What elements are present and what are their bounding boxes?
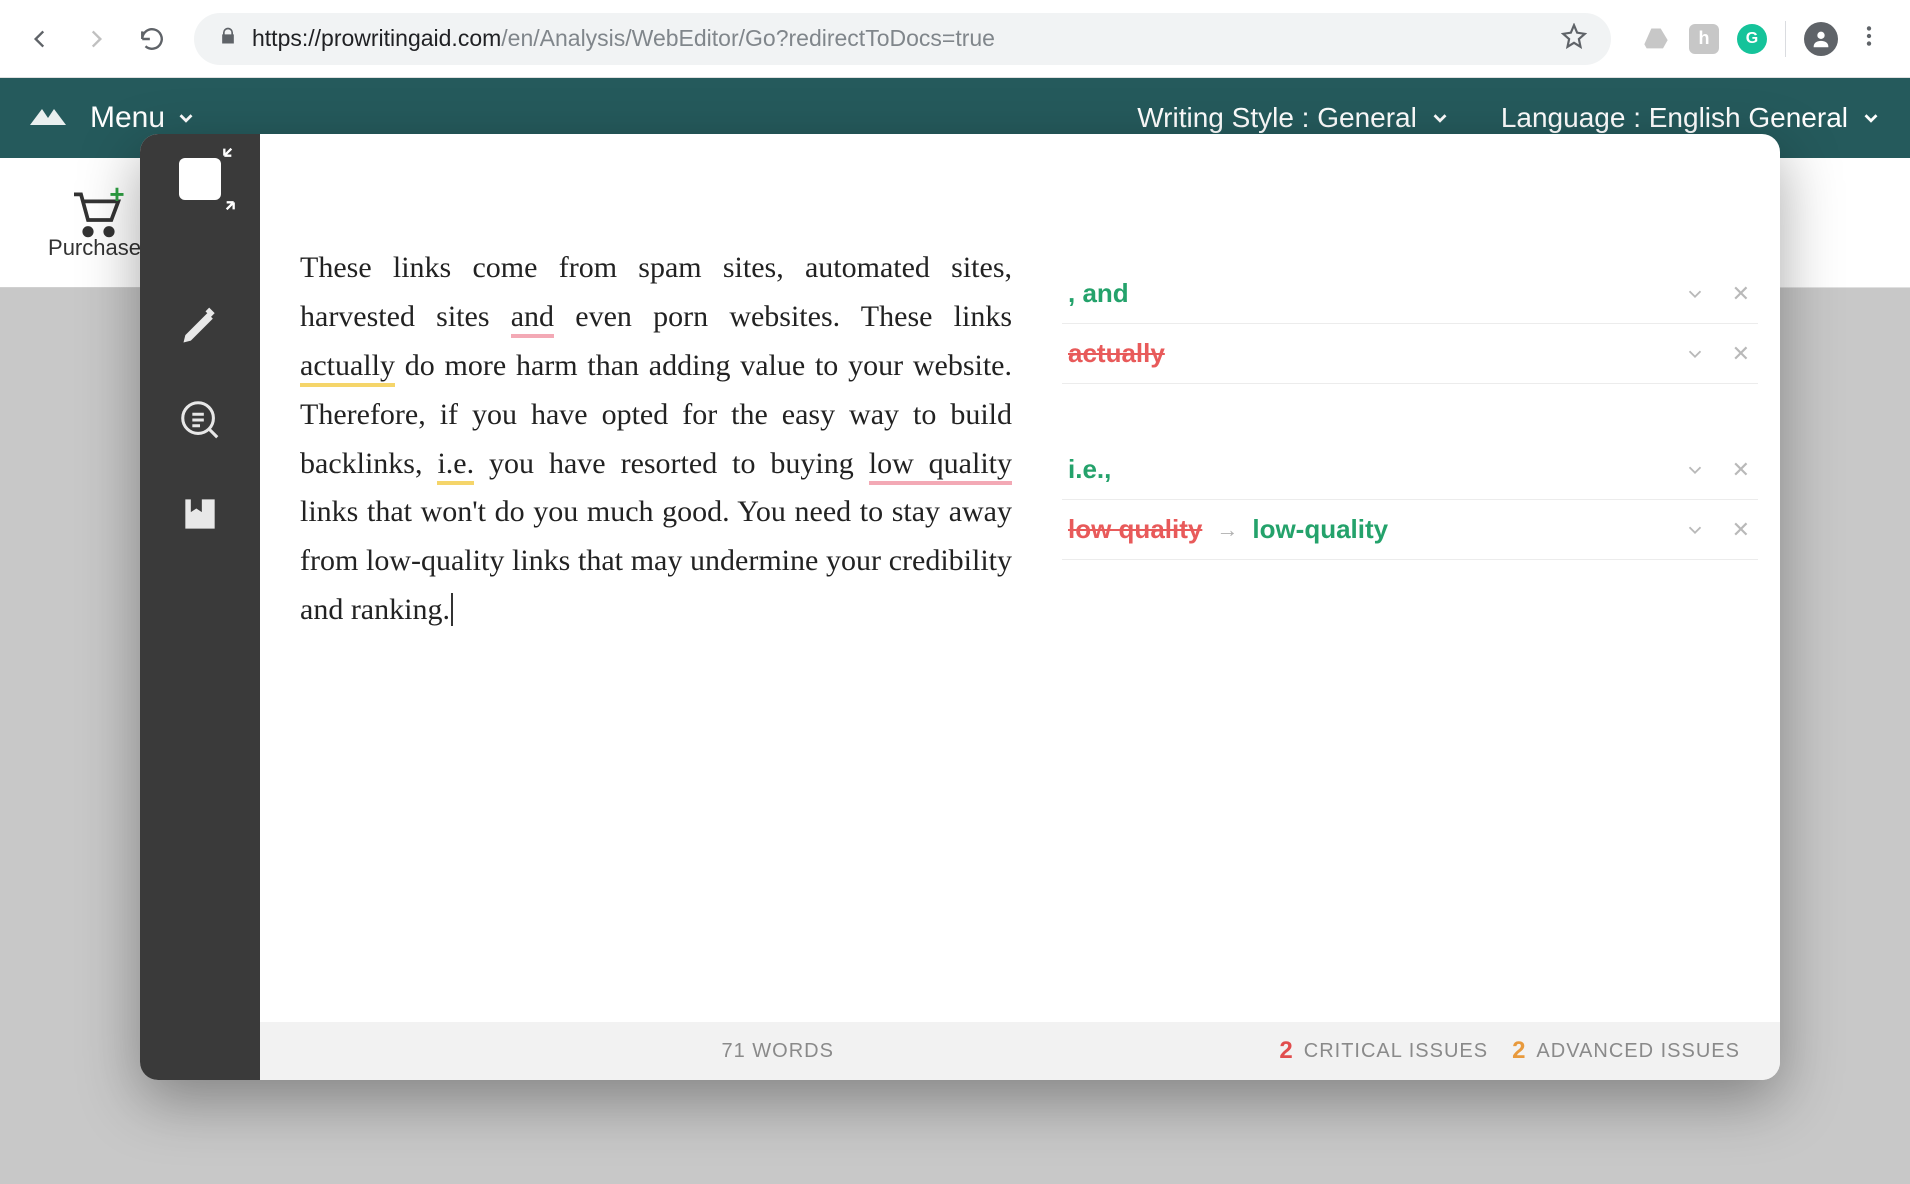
suggestion-text: actually: [1068, 338, 1165, 369]
drive-icon[interactable]: [1641, 24, 1671, 54]
arrow-icon: →: [1216, 517, 1238, 543]
editor-footer: 71 WORDS 2 CRITICAL ISSUES 2 ADVANCED IS…: [260, 1022, 1780, 1080]
critical-issues[interactable]: 2 CRITICAL ISSUES: [1279, 1037, 1488, 1065]
bookmark-star-icon[interactable]: [1561, 23, 1587, 54]
chevron-down-icon[interactable]: [1684, 459, 1706, 481]
advanced-label: ADVANCED ISSUES: [1536, 1040, 1740, 1063]
critical-count: 2: [1279, 1037, 1293, 1065]
chevron-down-icon: [1429, 107, 1451, 129]
suggestion-item[interactable]: i.e., ✕: [1062, 440, 1758, 500]
browser-menu-icon[interactable]: [1856, 23, 1882, 54]
collapse-button[interactable]: [179, 158, 221, 200]
text-fragment: you have resorted to buying: [474, 447, 869, 480]
suggestions-pane: , and ✕ actually ✕ i.e.,: [1050, 134, 1780, 1022]
menu-label: Menu: [90, 101, 165, 135]
chevron-down-icon: [1860, 107, 1882, 129]
advanced-issues[interactable]: 2 ADVANCED ISSUES: [1512, 1037, 1740, 1065]
suggestion-item[interactable]: , and ✕: [1062, 264, 1758, 324]
profile-avatar-icon[interactable]: [1804, 22, 1838, 56]
highlight-and[interactable]: and: [511, 300, 554, 338]
grammarly-icon[interactable]: G: [1737, 24, 1767, 54]
back-button[interactable]: [18, 17, 62, 61]
arrow-out-icon: [215, 186, 243, 214]
dismiss-icon[interactable]: ✕: [1732, 281, 1750, 307]
dismiss-icon[interactable]: ✕: [1732, 517, 1750, 543]
extension-icons: h G: [1631, 21, 1892, 57]
advanced-count: 2: [1512, 1037, 1526, 1065]
document-text[interactable]: These links come from spam sites, automa…: [300, 244, 1012, 635]
suggestion-text: i.e.,: [1068, 454, 1111, 485]
suggestion-to: low-quality: [1252, 514, 1388, 545]
suggestion-item[interactable]: actually ✕: [1062, 324, 1758, 384]
highlight-low-quality[interactable]: low quality: [869, 447, 1012, 485]
editor-body: These links come from spam sites, automa…: [260, 134, 1780, 1022]
address-bar[interactable]: https://prowritingaid.com/en/Analysis/We…: [194, 13, 1611, 65]
app-logo-icon[interactable]: [28, 103, 68, 133]
writing-style-label: Writing Style : General: [1137, 102, 1417, 134]
suggestion-from: low quality: [1068, 514, 1202, 545]
text-fragment: links that won't do you much good. You n…: [300, 495, 1012, 626]
highlight-ie[interactable]: i.e.: [437, 447, 474, 485]
writing-style-selector[interactable]: Writing Style : General: [1137, 102, 1451, 134]
lock-icon: [218, 26, 238, 51]
menu-button[interactable]: Menu: [90, 101, 197, 135]
language-label: Language : English General: [1501, 102, 1848, 134]
text-fragment: even porn websites. These links: [554, 300, 1012, 333]
chevron-down-icon[interactable]: [1684, 343, 1706, 365]
forward-button[interactable]: [74, 17, 118, 61]
browser-toolbar: https://prowritingaid.com/en/Analysis/We…: [0, 0, 1910, 78]
chevron-down-icon[interactable]: [1684, 283, 1706, 305]
arrow-in-icon: [215, 144, 243, 172]
bookmark-icon[interactable]: [178, 492, 222, 541]
highlight-actually[interactable]: actually: [300, 349, 395, 387]
cart-icon: +: [67, 185, 123, 229]
document-search-icon[interactable]: [177, 397, 223, 448]
separator: [1785, 21, 1786, 57]
editor-main: These links come from spam sites, automa…: [260, 134, 1780, 1080]
reload-button[interactable]: [130, 17, 174, 61]
plus-icon: +: [109, 179, 124, 210]
editor-sidebar: [140, 134, 260, 1080]
pen-icon[interactable]: [178, 304, 222, 353]
dismiss-icon[interactable]: ✕: [1732, 457, 1750, 483]
url-text: https://prowritingaid.com/en/Analysis/We…: [252, 25, 995, 52]
suggestion-text: , and: [1068, 278, 1129, 309]
document-pane[interactable]: These links come from spam sites, automa…: [260, 134, 1050, 1022]
language-selector[interactable]: Language : English General: [1501, 102, 1882, 134]
dismiss-icon[interactable]: ✕: [1732, 341, 1750, 367]
editor-popup: These links come from spam sites, automa…: [140, 134, 1780, 1080]
critical-label: CRITICAL ISSUES: [1304, 1040, 1488, 1063]
chevron-down-icon[interactable]: [1684, 519, 1706, 541]
suggestion-item[interactable]: low quality → low-quality ✕: [1062, 500, 1758, 560]
honey-icon[interactable]: h: [1689, 24, 1719, 54]
word-count: 71 WORDS: [300, 1040, 1255, 1063]
chevron-down-icon: [175, 107, 197, 129]
